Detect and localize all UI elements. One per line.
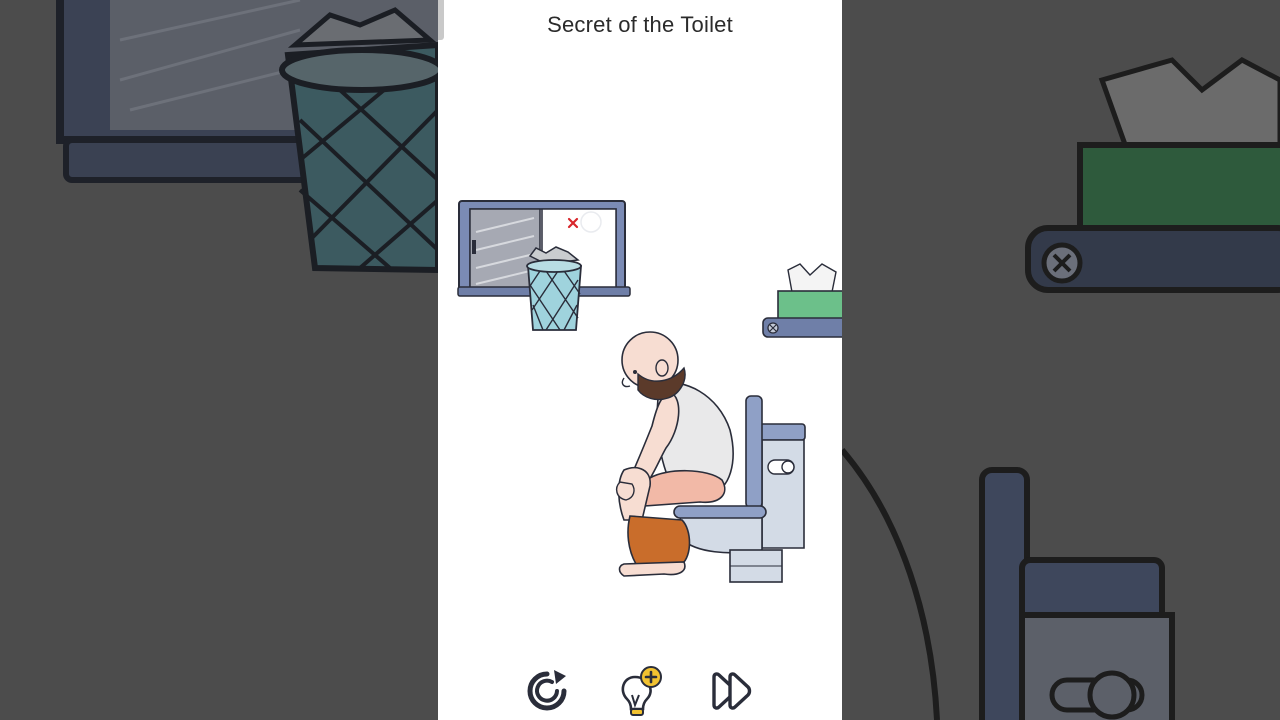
hint-button[interactable] bbox=[616, 666, 666, 716]
fast-forward-icon bbox=[708, 671, 754, 711]
backdrop-left bbox=[0, 0, 438, 720]
control-bar bbox=[438, 660, 842, 720]
game-panel: Secret of the Toilet bbox=[438, 0, 842, 720]
skip-button[interactable] bbox=[706, 666, 756, 716]
wall-shelf[interactable] bbox=[762, 317, 842, 338]
restart-icon bbox=[524, 668, 570, 714]
restart-button[interactable] bbox=[522, 666, 572, 716]
scene bbox=[457, 200, 842, 583]
tissue-box[interactable] bbox=[777, 263, 842, 320]
lightbulb-hint-icon bbox=[615, 665, 667, 717]
backdrop-right bbox=[842, 0, 1280, 720]
game-stage: Secret of the Toilet bbox=[0, 0, 1280, 720]
